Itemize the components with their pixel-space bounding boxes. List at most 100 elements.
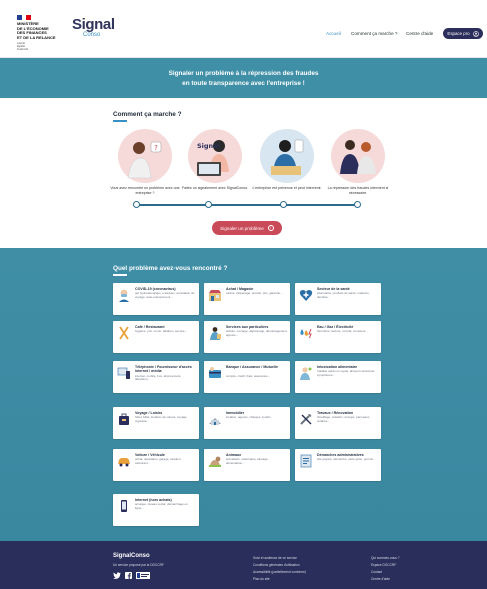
svg-text:?: ? [154,144,158,152]
card-description: animalerie, vétérinaire, élevage, alimen… [226,457,269,465]
problem-card-health[interactable]: Secteur de la santé pharmacie, produits … [295,283,381,315]
report-problem-button[interactable]: Signaler un problème ! [212,221,282,235]
title-underline [113,274,127,276]
problem-card-utilities[interactable]: Eau / Gaz / Électricité fourniture, fact… [295,321,381,353]
footer-brand: SignalConso [113,553,150,559]
card-description: gel hydroalcoolique, masques, annulation… [135,291,195,299]
step-2-illustration: Signal [188,129,242,183]
fork-knife-icon [119,326,129,340]
phone-internet-icon [117,367,130,379]
problem-card-real-estate[interactable]: Immobilier location, agence, charges, sy… [204,407,290,439]
site-header: MINISTÈRE DE L'ÉCONOMIE DES FINANCES ET … [0,0,487,58]
footer-link[interactable]: Suivi et audience de ce service [253,556,297,560]
republic-motto: Liberté Égalité Fraternité [17,42,47,51]
card-description: artisan, ménage, dépannage, déménagement… [226,329,288,337]
report-problem-label: Signaler un problème [220,225,264,231]
card-description: hygiène, prix, menu, addition, service..… [135,329,188,333]
footer-link[interactable]: Qui sommes-nous ? [371,556,400,560]
alert-icon: ! [267,225,274,231]
motto-line: Fraternité [17,48,29,51]
how-it-works-title: Comment ça marche ? [113,111,182,118]
problem-card-food-poisoning[interactable]: Intoxication alimentaire malaise après u… [295,361,381,393]
footer-subtitle: Un service proposé par la DGCCRF [113,563,164,567]
timeline-dot [205,201,212,208]
footer-link[interactable]: Conditions générales d'utilisation [253,563,300,567]
card-description: chauffage, isolation, énergie, panneaux … [317,415,370,423]
sick-person-icon [300,367,312,380]
step-4-caption: La répression des fraudes intervient si … [327,186,389,195]
medical-heart-icon [299,290,313,301]
nav-help-center[interactable]: Centre d'aide [406,31,433,36]
problem-card-travel[interactable]: Voyage / Loisirs hôtel, billet, location… [113,407,199,439]
timeline-dot [280,201,287,208]
steps-timeline [136,204,358,206]
step-3-caption: L'entreprise est prévenue et peut interv… [252,186,322,190]
problem-card-vehicle[interactable]: Voiture / Véhicule achat, réparation, ga… [113,449,199,481]
smartphone-icon [121,500,127,512]
dgccrf-logo-icon[interactable] [136,572,150,579]
problem-card-renovation[interactable]: Travaux / Rénovation chauffage, isolatio… [295,407,381,439]
footer-link[interactable]: Contact [371,570,382,574]
timeline-dot [354,201,361,208]
problem-card-restaurant[interactable]: Café / Restaurant hygiène, prix, menu, a… [113,321,199,353]
card-description: location, agence, charges, syndic... [226,415,273,419]
service-person-icon [210,327,221,340]
card-description: malaise après un repas, aliment contamin… [317,369,376,377]
suitcase-icon [119,413,129,425]
hero-banner: Signaler un problème à la répression des… [0,58,487,98]
nav-home[interactable]: Accueil [326,31,341,36]
footer-social [113,572,150,579]
pro-space-button[interactable]: Espace pro [443,28,483,39]
step-3-illustration [260,129,314,183]
problem-card-services[interactable]: Services aux particuliers artisan, ménag… [204,321,290,353]
card-description: site payant, démarche, carte grise, perm… [317,457,376,461]
step-2-caption: Faites un signalement avec SignalConso. [181,186,249,190]
pro-space-label: Espace pro [447,31,470,36]
french-flag-icon [17,15,32,20]
footer-link[interactable]: Accessibilité (partiellement conforme) [253,570,306,574]
storefront-icon [209,290,221,301]
card-description: achat, réparation, garage, location, car… [135,457,182,465]
virus-mask-icon [119,289,129,302]
house-key-icon [209,418,221,425]
footer-link[interactable]: Espace DGCCRF [371,563,396,567]
animal-icon [209,456,221,467]
timeline-dot [133,201,140,208]
problems-title: Quel problème avez-vous rencontré ? [113,265,228,272]
problem-card-internet[interactable]: Internet (hors achats) arnaque, réseau s… [113,494,199,526]
footer-link[interactable]: Plan du site [253,577,270,581]
card-description: fourniture, facture, contrat, compteur..… [317,329,368,333]
card-description: pharmacie, produits de santé, médecin, d… [317,291,370,299]
card-description: arnaque, réseau social, démarchage en li… [135,502,188,510]
title-underline [113,120,127,122]
twitter-icon[interactable] [113,572,121,579]
card-title: Banque / Assurance / Mutuelle [226,365,278,369]
step-1-illustration: ? [118,129,172,183]
facebook-icon[interactable] [125,572,132,579]
svg-text:Signal: Signal [197,142,220,150]
document-icon [300,454,312,468]
hero-line-1: Signaler un problème à la répression des… [168,70,319,77]
card-description: compte, crédit, frais, assurance... [226,373,271,378]
logo-main-text: Signal [72,16,115,33]
problem-card-telecom[interactable]: Téléphonie / Fournisseur d'accès interne… [113,361,199,393]
user-circle-icon [472,30,479,37]
car-icon [118,458,130,467]
problem-card-bank[interactable]: Banque / Assurance / Mutuelle compte, cr… [204,361,290,393]
card-description: hôtel, billet, location de voiture, voya… [135,415,187,423]
water-gas-electricity-icon [300,328,312,339]
card-description: internet, mobile, box, abonnement, télév… [135,373,182,382]
ministry-line: ET DE LA RELANCE [17,34,56,40]
problem-card-animals[interactable]: Animaux animalerie, vétérinaire, élevage… [204,449,290,481]
problem-card-shopping[interactable]: Achat / Magasin caisse, étiquetage, prod… [204,283,290,315]
problem-card-administrative[interactable]: Démarches administratives site payant, d… [295,449,381,481]
ministry-block: MINISTÈRE DE L'ÉCONOMIE DES FINANCES ET … [17,21,67,40]
footer-link[interactable]: Centre d'aide [371,577,390,581]
problem-card-covid[interactable]: COVID-19 (coronavirus) gel hydroalcooliq… [113,283,199,315]
nav-how-it-works[interactable]: Comment ça marche ? [351,31,397,36]
logo-sub-text: Conso [83,32,101,38]
hero-line-2: en toute transparence avec l'entreprise … [182,79,305,87]
site-footer [0,541,487,589]
step-4-illustration [331,129,385,183]
signalconso-logo[interactable]: Signal Conso [72,17,115,39]
